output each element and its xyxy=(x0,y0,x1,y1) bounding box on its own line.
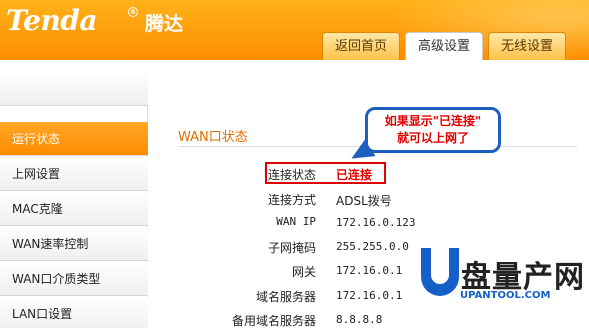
sidebar-item-run-status[interactable]: 运行状态 xyxy=(0,122,148,156)
sidebar-item-blank xyxy=(0,72,148,106)
brand-logo: Tenda xyxy=(6,4,98,37)
label-gateway: 网关 xyxy=(291,265,316,279)
annotation-callout: 如果显示"已连接" 就可以上网了 xyxy=(365,107,501,153)
label-connection-status: 连接状态 xyxy=(267,168,316,182)
brand-name-cn: 腾达 xyxy=(145,13,184,35)
callout-line-2: 就可以上网了 xyxy=(396,131,469,145)
callout-line-1: 如果显示"已连接" xyxy=(384,114,482,128)
sidebar-item-internet-settings[interactable]: 上网设置 xyxy=(0,157,148,191)
value-connection-type: ADSL拨号 xyxy=(336,194,392,208)
section-title: WAN口状态 xyxy=(178,130,248,145)
tab-home[interactable]: 返回首页 xyxy=(322,32,401,60)
sidebar: 运行状态 上网设置 MAC克隆 WAN速率控制 WAN口介质类型 LAN口设置 xyxy=(0,72,148,328)
sidebar-item-lan-settings[interactable]: LAN口设置 xyxy=(0,297,148,328)
label-dns-server: 域名服务器 xyxy=(255,290,316,304)
sidebar-item-mac-clone[interactable]: MAC克隆 xyxy=(0,192,148,226)
label-wan-ip: WAN IP xyxy=(276,215,316,228)
label-connection-type: 连接方式 xyxy=(267,193,316,207)
value-backup-dns-server: 8.8.8.8 xyxy=(336,313,383,326)
tab-wireless-settings[interactable]: 无线设置 xyxy=(488,32,567,60)
value-subnet-mask: 255.255.0.0 xyxy=(336,240,409,253)
watermark-url: UPANTOOL.COM xyxy=(460,290,551,301)
value-connection-status: 已连接 xyxy=(336,168,373,182)
sidebar-item-wan-rate-control[interactable]: WAN速率控制 xyxy=(0,227,148,261)
value-dns-server: 172.16.0.1 xyxy=(336,289,403,302)
sidebar-item-wan-media-type[interactable]: WAN口介质类型 xyxy=(0,262,148,296)
watermark-u-icon xyxy=(421,248,459,296)
label-subnet-mask: 子网掩码 xyxy=(267,241,316,255)
value-gateway: 172.16.0.1 xyxy=(336,264,403,277)
registered-mark-icon: R xyxy=(128,7,138,17)
tab-advanced-settings[interactable]: 高级设置 xyxy=(405,32,484,60)
value-wan-ip: 172.16.0.123 xyxy=(336,216,416,229)
top-tabs: 返回首页 高级设置 无线设置 xyxy=(322,32,567,60)
label-backup-dns-server: 备用域名服务器 xyxy=(231,314,316,328)
